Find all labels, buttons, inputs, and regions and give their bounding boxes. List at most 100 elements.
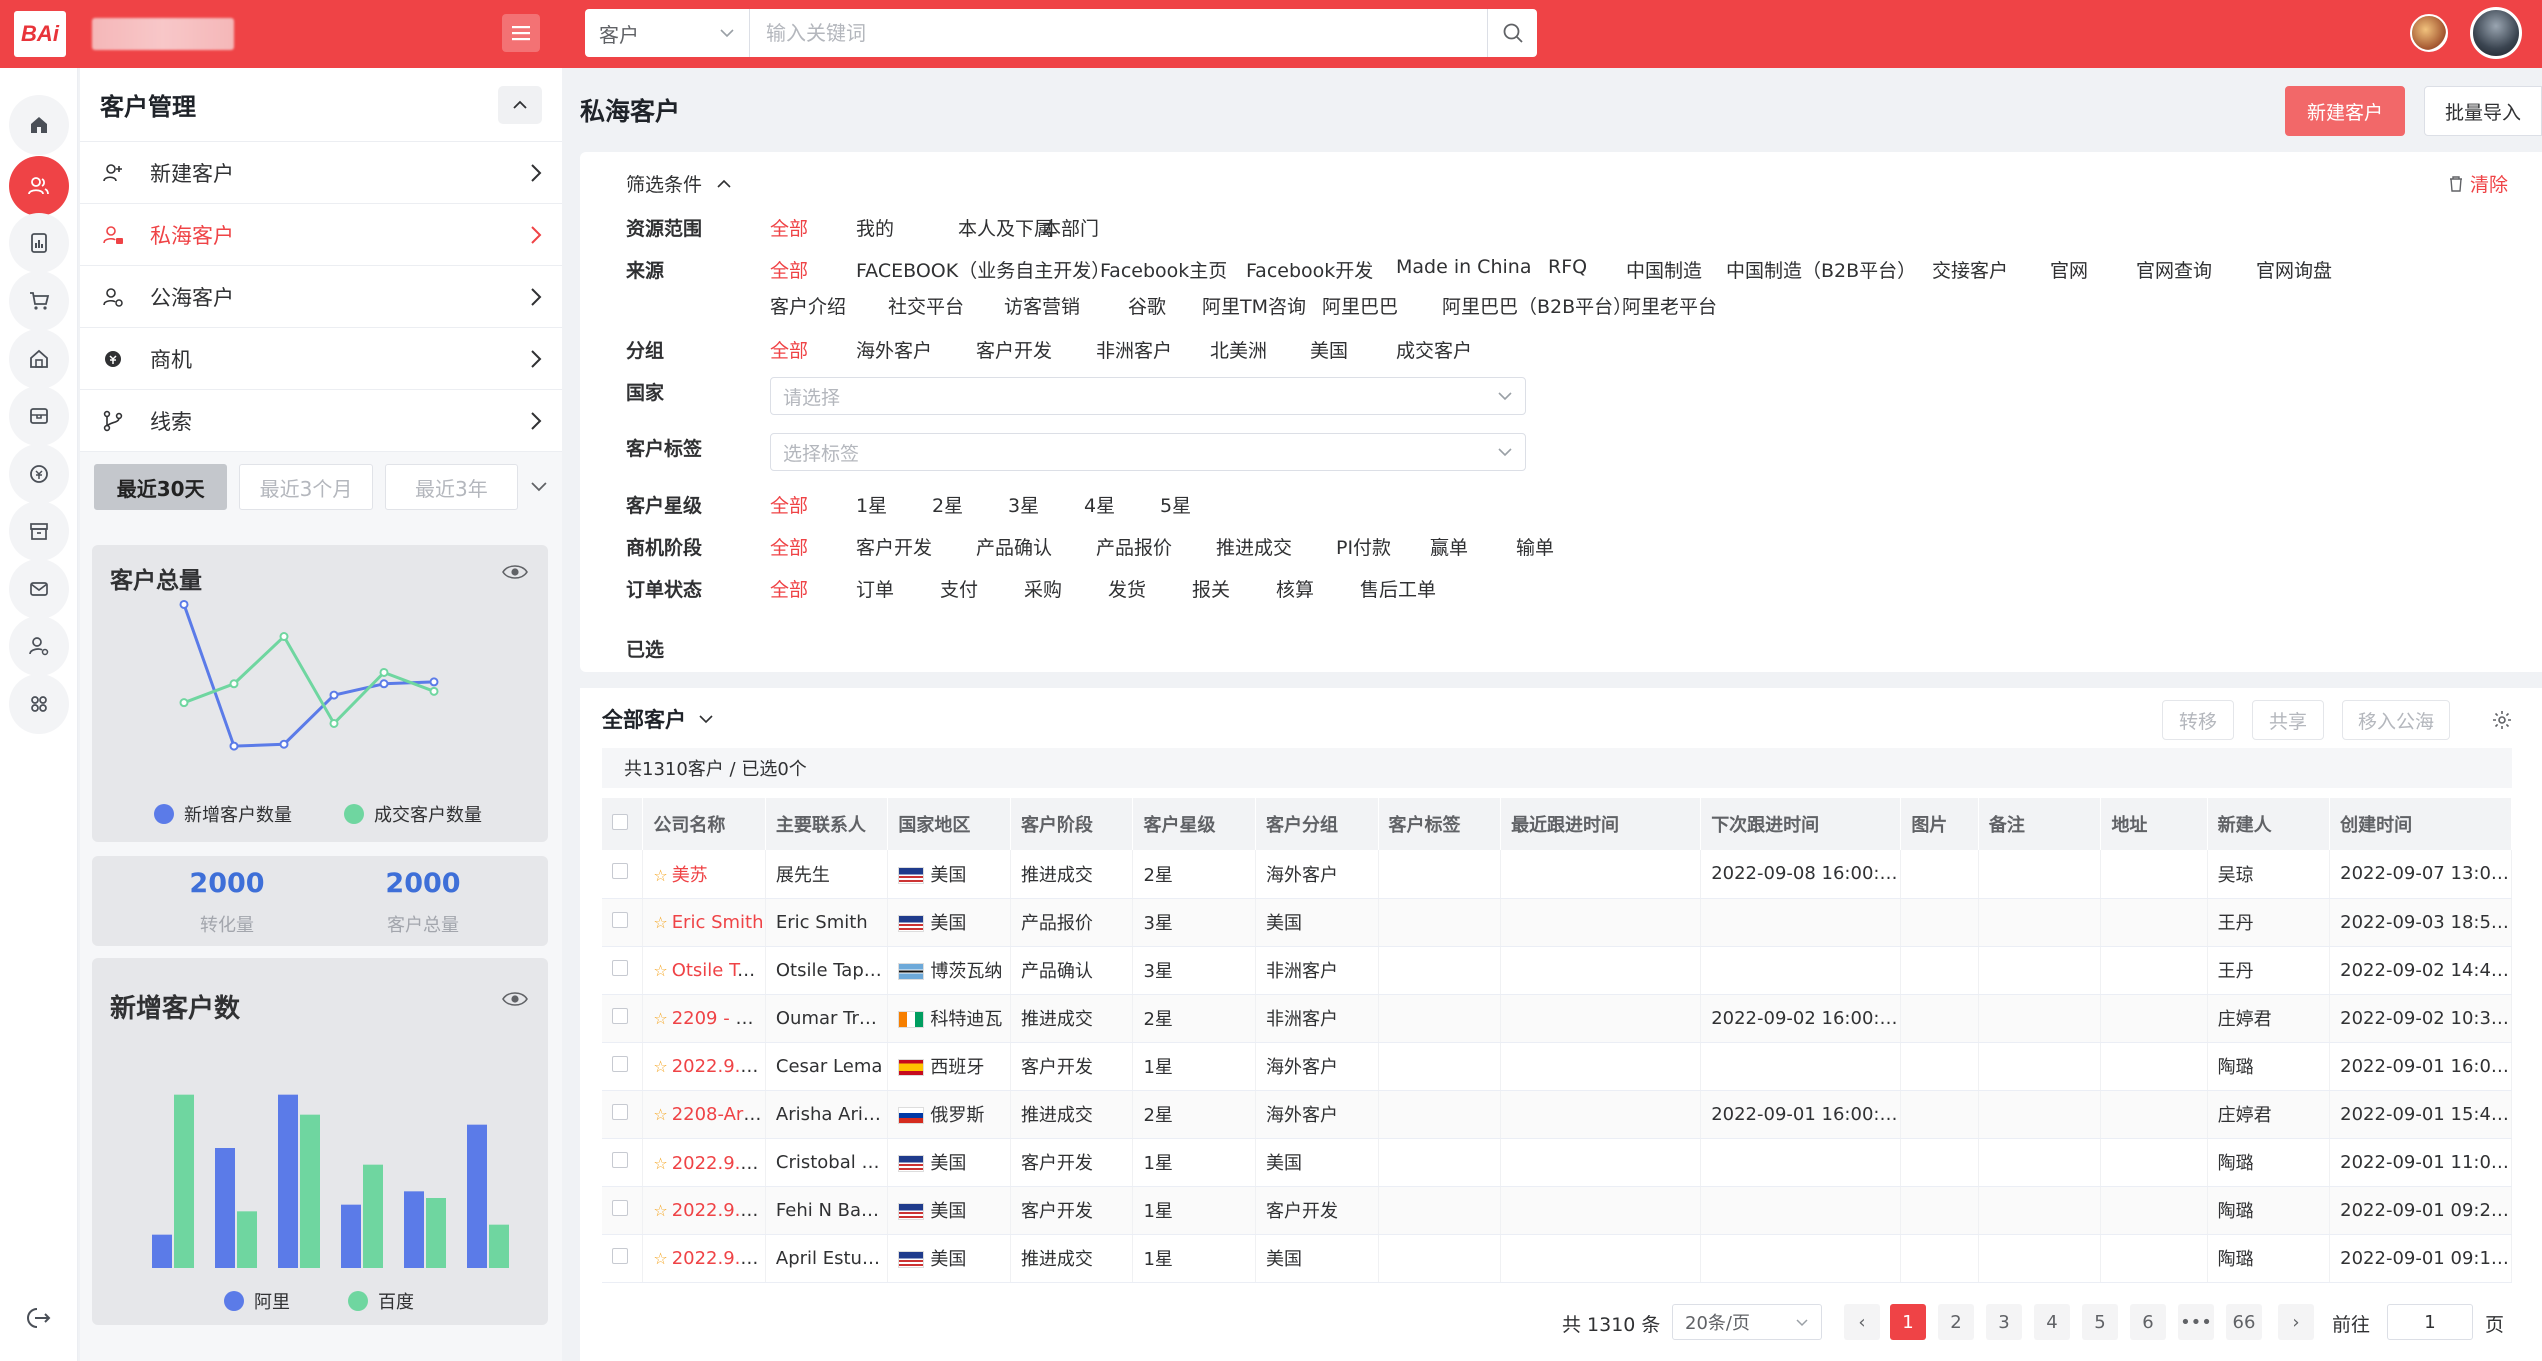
row-checkbox[interactable] [602,850,644,899]
company-cell[interactable]: ☆ 2209 - Our [642,994,766,1043]
next-page-button[interactable]: › [2278,1304,2314,1340]
search-category-select[interactable]: 客户 [585,9,750,57]
filter-option[interactable]: 产品报价 [1096,533,1172,560]
notification-avatar[interactable] [2410,14,2448,52]
col-rating[interactable]: 客户星级 [1132,798,1256,850]
company-link[interactable]: 2022.9.1Al [672,1200,765,1221]
star-icon[interactable]: ☆ [653,913,667,932]
col-tags[interactable]: 客户标签 [1378,798,1502,850]
filter-option[interactable]: 全部 [770,214,808,241]
table-row[interactable]: ☆ Eric Smith Eric Smith 美国 产品报价 3星 美国 王丹 2022-09… [602,898,2512,947]
filter-option[interactable]: 社交平台 [888,292,964,319]
filter-toggle[interactable]: 筛选条件 [626,170,732,197]
range-tab-30d[interactable]: 最近30天 [94,464,228,510]
filter-option[interactable]: 成交客户 [1396,336,1472,363]
filter-option[interactable]: Made in China [1396,256,1531,278]
filter-option[interactable]: 售后工单 [1360,575,1436,602]
filter-option[interactable]: 报关 [1192,575,1230,602]
page-button[interactable]: 3 [1986,1304,2022,1340]
filter-option[interactable]: Facebook开发 [1246,256,1373,283]
company-cell[interactable]: ☆ 2022.9.1Al [642,1186,766,1235]
col-creator[interactable]: 新建人 [2207,798,2331,850]
company-link[interactable]: 2022.9.1Al [672,1248,765,1269]
settings-gear-icon[interactable] [2492,710,2512,730]
tags-select[interactable]: 选择标签 [770,433,1526,471]
filter-option[interactable]: 订单 [856,575,894,602]
filter-option[interactable]: 谷歌 [1128,292,1166,319]
table-row[interactable]: ☆ 美苏 展先生 美国 推进成交 2星 海外客户 2022-09-08 16:00:00 吴琼 2… [602,850,2512,899]
table-row[interactable]: ☆ 2022.9.1Al April Estu… 美国 推进成交 1星 美国 陶璐 2022-0… [602,1234,2512,1283]
col-next-follow[interactable]: 下次跟进时间 [1700,798,1902,850]
filter-option[interactable]: 中国制造（B2B平台） [1726,256,1916,283]
page-button[interactable]: ••• [2178,1304,2214,1340]
filter-option[interactable]: 官网查询 [2136,256,2212,283]
filter-option[interactable]: 客户开发 [976,336,1052,363]
filter-option[interactable]: 客户开发 [856,533,932,560]
store-nav-button[interactable] [9,329,69,389]
table-row[interactable]: ☆ 2209 - Our Oumar Tra… 科特迪瓦 推进成交 2星 非洲客户 2022-… [602,994,2512,1043]
filter-option[interactable]: 4星 [1084,491,1115,518]
filter-option[interactable]: 5星 [1160,491,1191,518]
page-button[interactable]: 66 [2226,1304,2262,1340]
table-row[interactable]: ☆ Otsile Taps Otsile Tap… 博茨瓦纳 产品确认 3星 非洲客户 王丹 2… [602,946,2512,995]
row-checkbox[interactable] [602,1042,644,1091]
company-cell[interactable]: ☆ 2022.9.1RI [642,1042,766,1091]
cart-nav-button[interactable] [9,271,69,331]
company-cell[interactable]: ☆ Otsile Taps [642,946,766,995]
move-to-public-button[interactable]: 移入公海 [2342,700,2450,740]
filter-option[interactable]: 交接客户 [1932,256,2008,283]
filter-option[interactable]: 阿里巴巴 [1322,292,1398,319]
filter-option[interactable]: 产品确认 [976,533,1052,560]
star-icon[interactable]: ☆ [653,1201,667,1220]
table-row[interactable]: ☆ 2022.9.1RI Cesar Lema 西班牙 客户开发 1星 海外客户 陶璐 2022… [602,1042,2512,1091]
filter-option[interactable]: FACEBOOK（业务自主开发） [856,256,1110,283]
filter-option[interactable]: 全部 [770,533,808,560]
col-last-follow[interactable]: 最近跟进时间 [1500,798,1702,850]
filter-option[interactable]: 输单 [1516,533,1554,560]
star-icon[interactable]: ☆ [653,1057,667,1076]
company-link[interactable]: Eric Smith [672,912,764,933]
company-link[interactable]: 2208-Arish [672,1104,765,1125]
search-button[interactable] [1487,9,1537,57]
page-button[interactable]: 2 [1938,1304,1974,1340]
home-nav-button[interactable] [9,95,69,155]
list-view-select[interactable]: 全部客户 [602,704,714,734]
company-cell[interactable]: ☆ 2022.9.1Al [642,1234,766,1283]
star-icon[interactable]: ☆ [653,1009,667,1028]
collapse-button[interactable] [498,85,542,124]
filter-option[interactable]: RFQ [1548,256,1587,278]
sidebar-item-private-customer[interactable]: 私海客户 [80,204,562,266]
country-select[interactable]: 请选择 [770,377,1526,415]
filter-option[interactable]: 官网 [2050,256,2088,283]
table-row[interactable]: ☆ 2022.9.1访 Cristobal … 美国 客户开发 1星 美国 陶璐 2022-09… [602,1138,2512,1187]
filter-option[interactable]: 2星 [932,491,963,518]
filter-option[interactable]: 中国制造 [1626,256,1702,283]
star-icon[interactable]: ☆ [653,1105,667,1124]
row-checkbox[interactable] [602,1090,644,1139]
col-address[interactable]: 地址 [2100,798,2208,850]
company-link[interactable]: 美苏 [672,865,708,886]
filter-option[interactable]: 官网询盘 [2256,256,2332,283]
row-checkbox[interactable] [602,898,644,947]
sidebar-item-public-customer[interactable]: 公海客户 [80,266,562,328]
star-icon[interactable]: ☆ [653,1249,667,1268]
page-button[interactable]: 1 [1890,1304,1926,1340]
company-link[interactable]: 2209 - Our [672,1008,765,1029]
filter-option[interactable]: 全部 [770,575,808,602]
user-settings-nav-button[interactable] [9,616,69,676]
transfer-button[interactable]: 转移 [2162,700,2234,740]
company-cell[interactable]: ☆ 2208-Arish [642,1090,766,1139]
prev-page-button[interactable]: ‹ [1844,1304,1880,1340]
sidebar-item-leads[interactable]: 线索 [80,390,562,452]
filter-option[interactable]: 采购 [1024,575,1062,602]
sidebar-item-opportunity[interactable]: 商机 [80,328,562,390]
finance-nav-button[interactable] [9,444,69,504]
col-group[interactable]: 客户分组 [1255,798,1379,850]
batch-import-button[interactable]: 批量导入 [2424,86,2542,136]
filter-option[interactable]: 全部 [770,336,808,363]
apps-nav-button[interactable] [9,674,69,734]
company-link[interactable]: Otsile Taps [672,960,765,981]
filter-option[interactable]: 全部 [770,256,808,283]
row-checkbox[interactable] [602,946,644,995]
filter-option[interactable]: 访客营销 [1004,292,1080,319]
